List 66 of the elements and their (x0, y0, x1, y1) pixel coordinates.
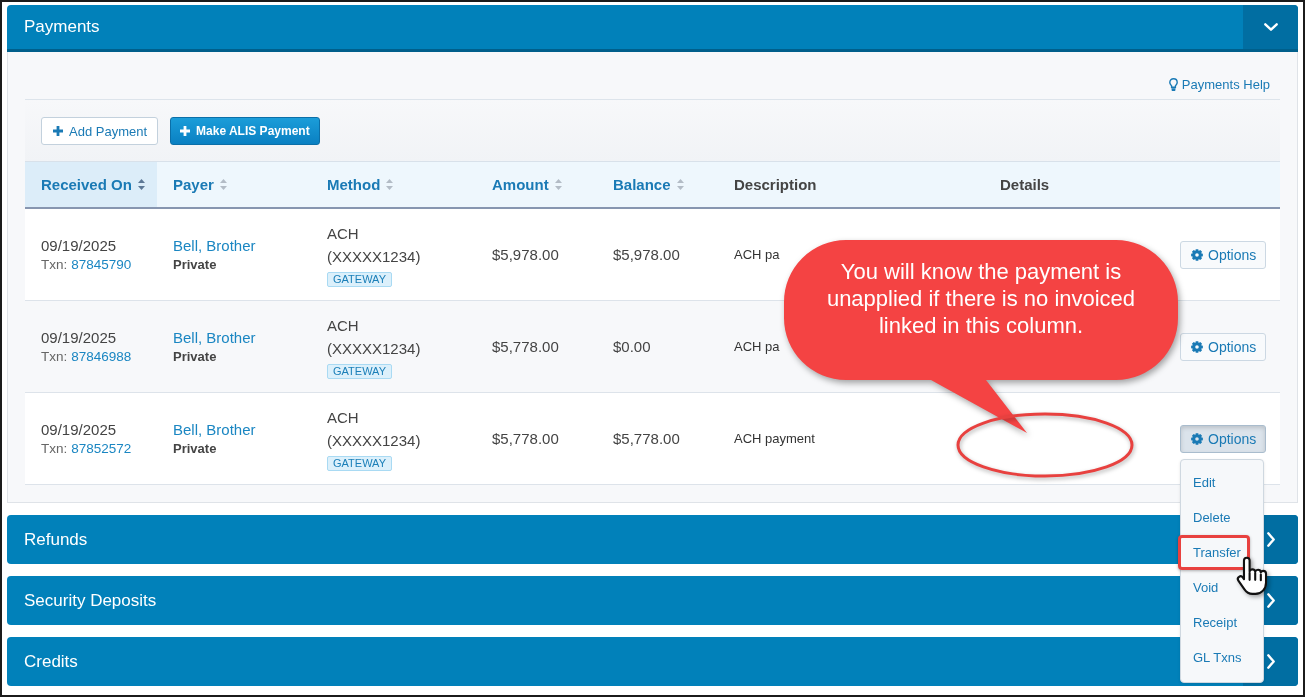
callout-text: You will know the payment is unapplied if there is no invoiced linked in this column. (825, 258, 1137, 339)
method-badge: GATEWAY (327, 364, 392, 379)
chevron-right-icon (1266, 593, 1275, 608)
chevron-down-icon (1263, 23, 1278, 31)
payer-link[interactable]: Bell, Brother (173, 420, 256, 440)
plus-icon (53, 126, 63, 136)
menu-item[interactable]: Edit (1178, 464, 1250, 500)
panel-title: Payments (24, 17, 100, 37)
payer-type-text: Private (173, 440, 217, 457)
account-text: (XXXXX1234) (327, 339, 421, 359)
toggle-button[interactable] (1243, 5, 1298, 49)
gear-icon (1191, 248, 1203, 261)
method-badge: GATEWAY (327, 456, 392, 471)
payer-type-text: Private (173, 348, 217, 365)
panel-title: Refunds (24, 529, 88, 550)
column-header[interactable]: Amount (492, 175, 562, 194)
column-header: Details (1000, 175, 1050, 194)
txn-link[interactable]: 87852572 (71, 440, 132, 457)
menu-item[interactable]: Receipt (1178, 604, 1250, 640)
menu-item[interactable]: Delete (1178, 499, 1250, 535)
plus-icon (180, 126, 191, 136)
panel-title: Credits (24, 651, 78, 672)
payer-type-text: Private (173, 256, 217, 273)
amount-text: $5,778.00 (492, 336, 559, 357)
help-link[interactable]: Payments Help (1168, 76, 1270, 93)
menu-item[interactable]: GL Txns (1178, 639, 1250, 675)
description-text: ACH pa (734, 246, 780, 263)
options-button[interactable]: Options (1180, 332, 1267, 361)
txn-label: Txn: (41, 348, 68, 365)
column-header[interactable]: Balance (613, 175, 684, 194)
column-header[interactable]: Method (327, 175, 394, 194)
method-badge: GATEWAY (327, 272, 392, 287)
lightbulb-icon (1168, 78, 1178, 91)
gear-icon (1191, 340, 1203, 353)
payer-link[interactable]: Bell, Brother (173, 236, 256, 256)
column-header[interactable]: Payer (173, 175, 227, 194)
txn-link[interactable]: 87845790 (71, 256, 132, 273)
txn-label: Txn: (41, 256, 68, 273)
panel-title: Security Deposits (24, 590, 157, 611)
make-payment-button[interactable]: Make ALIS Payment (170, 117, 320, 145)
options-button[interactable]: Options (1180, 424, 1267, 453)
account-text: (XXXXX1234) (327, 431, 421, 451)
options-button[interactable]: Options (1180, 240, 1267, 269)
method-text: ACH (327, 224, 359, 244)
balance-text: $5,778.00 (613, 428, 680, 449)
date-text: 09/19/2025 (41, 328, 117, 348)
menu-item[interactable]: Void (1178, 569, 1250, 605)
gear-icon (1191, 432, 1203, 445)
description-text: ACH pa (734, 338, 780, 355)
chevron-right-icon (1266, 532, 1275, 547)
amount-text: $5,978.00 (492, 244, 559, 265)
column-header: Description (734, 175, 817, 194)
balance-text: $5,978.00 (613, 244, 680, 265)
balance-text: $0.00 (613, 336, 651, 357)
txn-label: Txn: (41, 440, 68, 457)
method-text: ACH (327, 408, 359, 428)
description-text: ACH payment (734, 430, 815, 447)
txn-link[interactable]: 87846988 (71, 348, 132, 365)
amount-text: $5,778.00 (492, 428, 559, 449)
add-payment-button[interactable]: Add Payment (41, 117, 159, 145)
date-text: 09/19/2025 (41, 236, 117, 256)
account-text: (XXXXX1234) (327, 247, 421, 267)
date-text: 09/19/2025 (41, 420, 117, 440)
chevron-right-icon (1266, 654, 1275, 669)
method-text: ACH (327, 316, 359, 336)
payer-link[interactable]: Bell, Brother (173, 328, 256, 348)
